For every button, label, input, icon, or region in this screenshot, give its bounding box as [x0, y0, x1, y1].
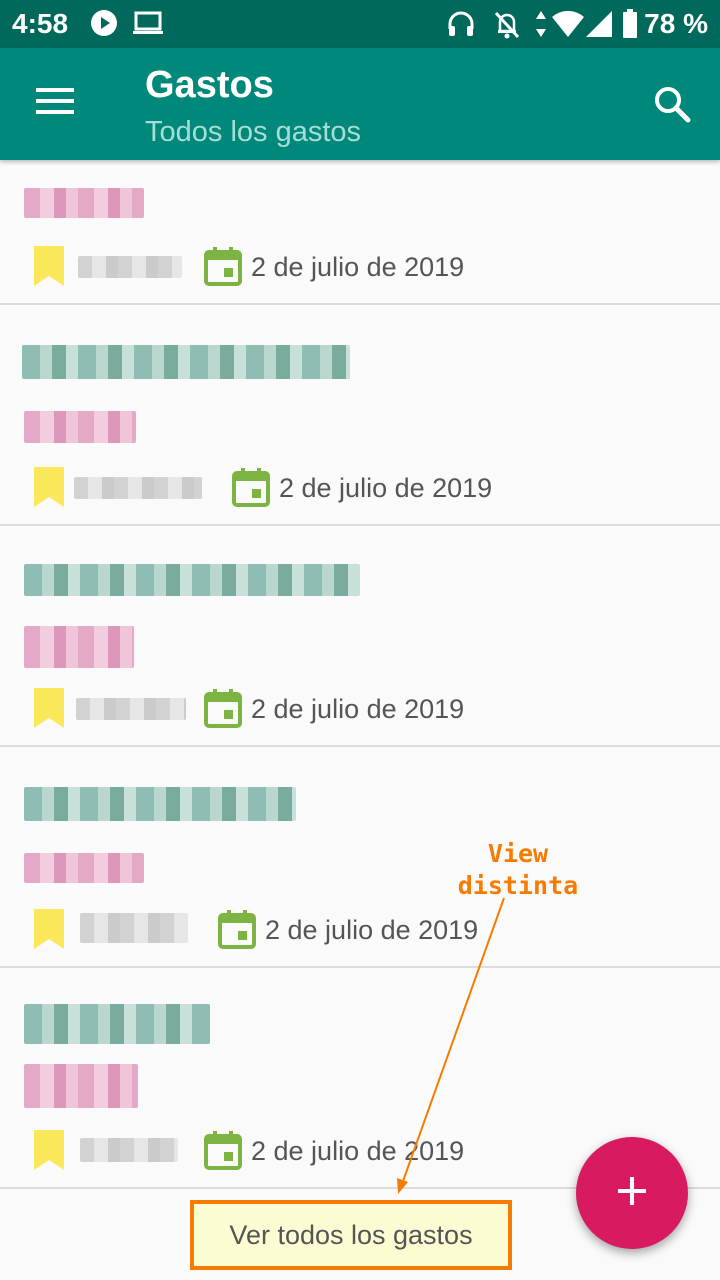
expense-date: 2 de julio de 2019	[251, 1136, 465, 1166]
expense-amount	[74, 477, 202, 499]
expense-description	[24, 1004, 210, 1044]
app-bar: Gastos Todos los gastos	[0, 48, 720, 160]
notifications-off-icon	[492, 9, 522, 44]
expense-category	[24, 626, 134, 668]
view-all-expenses-label: Ver todos los gastos	[229, 1219, 473, 1250]
bookmark-icon	[34, 467, 64, 512]
view-all-expenses-button[interactable]: Ver todos los gastos	[190, 1200, 512, 1270]
expense-amount	[80, 1138, 178, 1162]
expense-date: 2 de julio de 2019	[265, 915, 479, 945]
expense-amount	[78, 256, 182, 278]
menu-icon[interactable]	[36, 86, 76, 121]
expense-description	[24, 564, 360, 596]
calendar-icon	[232, 467, 270, 512]
page-subtitle: Todos los gastos	[145, 116, 362, 148]
status-time: 4:58	[12, 8, 69, 39]
calendar-icon	[204, 246, 242, 291]
plus-icon	[616, 1175, 648, 1212]
calendar-icon	[218, 909, 256, 954]
list-item[interactable]: 2 de julio de 2019	[0, 526, 720, 747]
expense-date: 2 de julio de 2019	[279, 473, 493, 503]
battery-percent: 78 %	[644, 8, 708, 39]
expense-category	[24, 411, 136, 443]
expense-category	[24, 1064, 138, 1108]
list-item[interactable]: 2 de julio de 2019	[0, 305, 720, 526]
calendar-icon	[204, 1130, 242, 1175]
expense-category	[24, 853, 144, 883]
headphones-icon	[446, 9, 476, 44]
list-item[interactable]: 2 de julio de 2019	[0, 160, 720, 305]
add-expense-button[interactable]	[576, 1137, 688, 1249]
expense-date: 2 de julio de 2019	[251, 694, 465, 724]
expense-description	[22, 345, 350, 379]
signal-icon	[584, 9, 614, 44]
annotation-line-2: distinta	[457, 871, 579, 900]
list-item[interactable]: 2 de julio de 2019	[0, 747, 720, 968]
play-icon	[90, 9, 118, 42]
search-icon[interactable]	[652, 84, 692, 129]
wifi-icon	[550, 9, 586, 44]
bookmark-icon	[34, 909, 64, 954]
annotation-line-1: View	[487, 839, 549, 868]
expense-amount	[80, 913, 188, 943]
calendar-icon	[204, 688, 242, 733]
page-title: Gastos	[145, 64, 274, 106]
expense-description	[24, 787, 296, 821]
status-bar: 4:58 78 %	[0, 0, 720, 48]
bookmark-icon	[34, 1130, 64, 1175]
bookmark-icon	[34, 246, 64, 291]
annotation-label: View distinta	[440, 838, 596, 902]
laptop-icon	[132, 9, 164, 42]
expense-date: 2 de julio de 2019	[251, 252, 465, 282]
expense-category	[24, 188, 144, 218]
expense-amount	[76, 698, 186, 720]
bookmark-icon	[34, 688, 64, 733]
battery-icon	[622, 9, 638, 44]
data-arrows-icon	[534, 9, 548, 44]
